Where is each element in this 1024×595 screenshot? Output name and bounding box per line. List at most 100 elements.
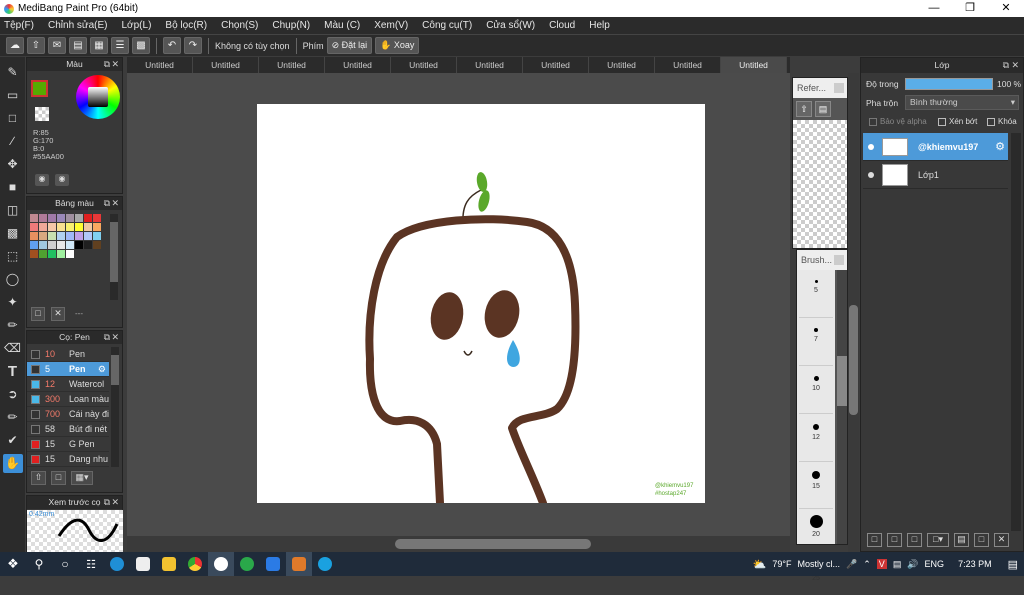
new-brush-icon[interactable]: □ bbox=[51, 471, 66, 485]
blend-mode-select[interactable]: Bình thường ▾ bbox=[905, 95, 1019, 110]
tab-untitled[interactable]: Untitled bbox=[193, 57, 259, 73]
palette-swatch[interactable] bbox=[93, 232, 101, 240]
search-icon[interactable]: ⚲ bbox=[26, 552, 52, 576]
clock-time[interactable]: 7:23 PM bbox=[958, 559, 992, 569]
menu-file[interactable]: Tệp(F) bbox=[4, 20, 34, 31]
rectangle-tool-icon[interactable]: □ bbox=[3, 109, 23, 128]
eyedropper-tool-icon[interactable]: ✔ bbox=[3, 431, 23, 450]
palette-swatch[interactable] bbox=[84, 241, 92, 249]
photos-icon[interactable] bbox=[286, 552, 312, 576]
delete-layer-icon[interactable]: ✕ bbox=[994, 533, 1009, 547]
menu-edit[interactable]: Chỉnh sửa(E) bbox=[48, 20, 108, 31]
menu-snap[interactable]: Chụp(N) bbox=[272, 20, 310, 31]
tab-untitled[interactable]: Untitled bbox=[589, 57, 655, 73]
skype-icon[interactable] bbox=[312, 552, 338, 576]
weather-text[interactable]: Mostly cl... bbox=[798, 559, 841, 569]
undo-icon[interactable]: ↶ bbox=[163, 37, 181, 54]
eraser-tool-icon[interactable]: ▭ bbox=[3, 86, 23, 105]
tab-untitled[interactable]: Untitled bbox=[325, 57, 391, 73]
network-icon[interactable]: ▤ bbox=[893, 559, 902, 570]
duplicate-layer-icon[interactable]: □ bbox=[907, 533, 922, 547]
tab-untitled-active[interactable]: Untitled bbox=[721, 57, 787, 73]
palette-swatch[interactable] bbox=[93, 214, 101, 222]
palette-swatch[interactable] bbox=[39, 241, 47, 249]
opacity-slider[interactable] bbox=[905, 78, 993, 90]
tab-untitled[interactable]: Untitled bbox=[655, 57, 721, 73]
scrollbar-thumb[interactable] bbox=[395, 539, 591, 549]
brush-item[interactable]: 15 Dang nhu bbox=[27, 452, 109, 467]
brush-size-item[interactable]: 15 bbox=[799, 471, 833, 509]
palette-swatch[interactable] bbox=[48, 214, 56, 222]
magic-wand-tool-icon[interactable]: ✦ bbox=[3, 293, 23, 312]
start-icon[interactable]: ❖ bbox=[0, 552, 26, 576]
menu-layer[interactable]: Lớp(L) bbox=[122, 20, 152, 31]
palette-swatch[interactable] bbox=[66, 214, 74, 222]
task-view-icon[interactable]: ☷ bbox=[78, 552, 104, 576]
panel-collapse-icon[interactable] bbox=[834, 83, 844, 93]
menu-tools[interactable]: Công cụ(T) bbox=[422, 20, 472, 31]
grid-icon[interactable]: ▩ bbox=[132, 37, 150, 54]
palette-add-icon[interactable]: ◉ bbox=[55, 174, 69, 186]
tab-untitled[interactable]: Untitled bbox=[259, 57, 325, 73]
palette-swatch[interactable] bbox=[84, 223, 92, 231]
folder-icon[interactable]: ▤ bbox=[954, 533, 969, 547]
message-icon[interactable]: ▤ bbox=[69, 37, 87, 54]
app-icon-green[interactable] bbox=[234, 552, 260, 576]
protect-alpha-checkbox[interactable]: Bảo vệ alpha bbox=[869, 117, 927, 126]
palette-swatch[interactable] bbox=[30, 223, 38, 231]
close-icon[interactable]: ✕ bbox=[111, 331, 119, 344]
color-wheel[interactable] bbox=[76, 75, 120, 119]
palette-swatch[interactable] bbox=[75, 223, 83, 231]
brush-menu-icon[interactable]: ▦▾ bbox=[71, 471, 93, 485]
comment-icon[interactable]: ✉ bbox=[48, 37, 66, 54]
delete-palette-icon[interactable]: ✕ bbox=[51, 307, 65, 321]
language-indicator[interactable]: ENG bbox=[925, 559, 945, 569]
popout-icon[interactable]: ⧉ bbox=[104, 58, 110, 71]
text-tool-icon[interactable]: T bbox=[3, 362, 23, 381]
gradient-tool-icon[interactable]: ▩ bbox=[3, 224, 23, 243]
palette-swatch[interactable] bbox=[30, 250, 38, 258]
close-icon[interactable]: ✕ bbox=[111, 58, 119, 71]
palette-swatch[interactable] bbox=[57, 241, 65, 249]
tab-untitled[interactable]: Untitled bbox=[127, 57, 193, 73]
palette-swatch[interactable] bbox=[93, 241, 101, 249]
palette-swatch[interactable] bbox=[75, 241, 83, 249]
reference-upload-icon[interactable]: ⇧ bbox=[796, 101, 812, 117]
close-icon[interactable]: ✕ bbox=[1011, 58, 1019, 73]
operation-tool-icon[interactable]: ➲ bbox=[3, 385, 23, 404]
popout-icon[interactable]: ⧉ bbox=[1003, 58, 1009, 73]
hand-tool-icon[interactable]: ✋ bbox=[2, 454, 23, 473]
layer-row-selected[interactable]: @khiemvu197 ⚙ bbox=[863, 133, 1008, 161]
brush-item[interactable]: 700 Cái này đi bbox=[27, 407, 109, 422]
brush-item[interactable]: 300 Loan màu bbox=[27, 392, 109, 407]
document-icon[interactable]: ▦ bbox=[90, 37, 108, 54]
brush-item[interactable]: 10 Pen bbox=[27, 347, 109, 362]
palette-swatch[interactable] bbox=[66, 223, 74, 231]
chrome-icon[interactable] bbox=[182, 552, 208, 576]
edge-icon[interactable] bbox=[104, 552, 130, 576]
popout-icon[interactable]: ⧉ bbox=[104, 496, 110, 509]
palette-swatch[interactable] bbox=[66, 250, 74, 258]
fill-rect-tool-icon[interactable]: ■ bbox=[3, 178, 23, 197]
file-explorer-icon[interactable] bbox=[156, 552, 182, 576]
close-icon[interactable]: ✕ bbox=[111, 496, 119, 509]
reset-button[interactable]: ⊘ Đặt lại bbox=[326, 37, 373, 54]
eye-icon[interactable] bbox=[868, 171, 874, 178]
rotate-button[interactable]: ✋ Xoay bbox=[375, 37, 420, 54]
weather-icon[interactable]: ⛅ bbox=[753, 558, 767, 571]
gear-icon[interactable]: ⚙ bbox=[995, 140, 1005, 153]
lasso-tool-icon[interactable]: ◯ bbox=[3, 270, 23, 289]
new-halftone-layer-icon[interactable]: □ bbox=[887, 533, 902, 547]
add-brush-icon[interactable]: ⇧ bbox=[31, 471, 46, 485]
palette-swatch[interactable] bbox=[75, 232, 83, 240]
move-tool-icon[interactable]: ✥ bbox=[3, 155, 23, 174]
upload-icon[interactable]: ⇧ bbox=[27, 37, 45, 54]
cortana-icon[interactable]: ○ bbox=[52, 552, 78, 576]
palette-swatch[interactable] bbox=[57, 250, 65, 258]
palette-swatch[interactable] bbox=[30, 214, 38, 222]
menu-view[interactable]: Xem(V) bbox=[374, 20, 408, 31]
menu-select[interactable]: Chọn(S) bbox=[221, 20, 258, 31]
brush-item[interactable]: 12 Watercol bbox=[27, 377, 109, 392]
palette-swatch[interactable] bbox=[57, 214, 65, 222]
bucket-tool-icon[interactable]: ◫ bbox=[3, 201, 23, 220]
